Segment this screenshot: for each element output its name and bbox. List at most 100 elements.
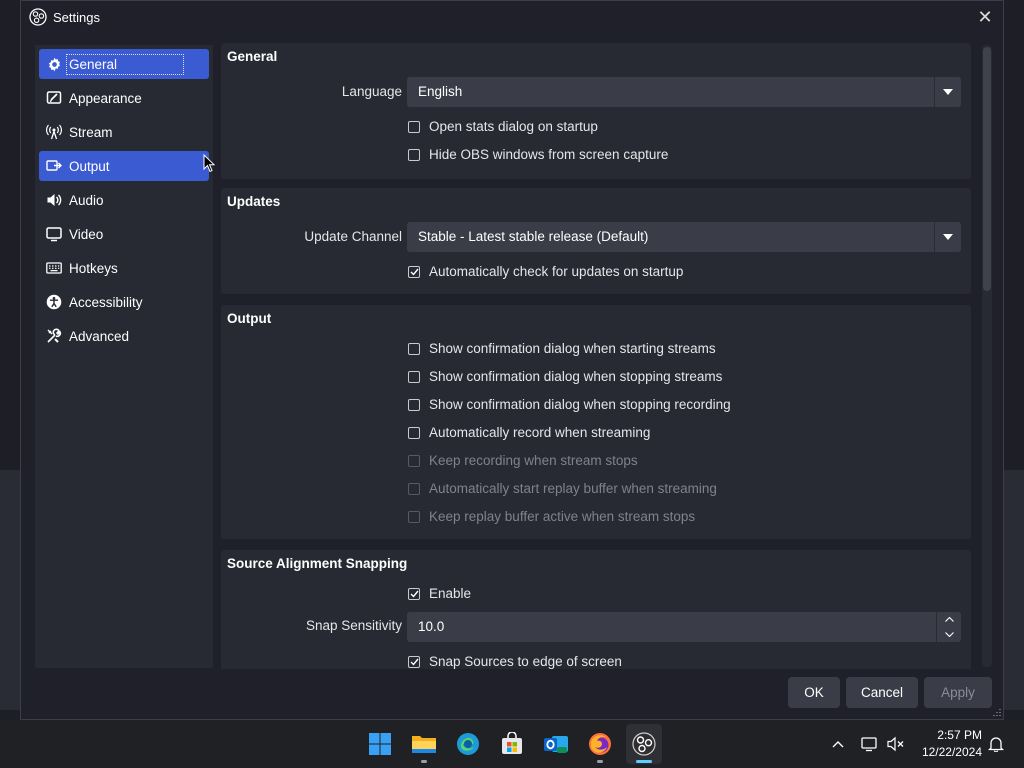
scrollbar-thumb[interactable] [983, 47, 991, 291]
checkbox-label: Automatically record when streaming [429, 425, 651, 440]
title-bar[interactable]: Settings ✕ [21, 1, 1003, 33]
running-indicator [636, 760, 652, 763]
accessibility-icon [45, 293, 63, 311]
snap-enable-checkbox[interactable]: Enable [408, 586, 471, 601]
edge-icon[interactable] [450, 724, 486, 764]
checkbox-label: Show confirmation dialog when stopping s… [429, 369, 723, 384]
checkbox-box [408, 120, 420, 133]
resize-grip-icon[interactable] [991, 707, 1001, 717]
chevron-up-icon[interactable] [828, 734, 848, 754]
group-output: Output Show confirmation dialog when sta… [221, 305, 971, 539]
sidebar-item-accessibility[interactable]: Accessibility [39, 287, 209, 317]
checkbox-label: Hide OBS windows from screen capture [429, 147, 669, 162]
obs-logo-icon [29, 8, 47, 26]
checkbox-label: Enable [429, 586, 472, 601]
checkbox-box [408, 454, 420, 467]
auto-replay-buffer-checkbox: Automatically start replay buffer when s… [408, 481, 717, 496]
network-icon[interactable] [860, 734, 880, 754]
taskbar-date[interactable]: 12/22/2024 [912, 745, 982, 759]
sidebar-item-label: General [65, 53, 185, 75]
snap-edge-checkbox[interactable]: Snap Sources to edge of screen [408, 654, 622, 669]
checkbox-box [408, 482, 420, 495]
ok-button[interactable]: OK [788, 677, 840, 708]
keyboard-icon [45, 259, 63, 277]
sidebar-item-advanced[interactable]: Advanced [39, 321, 209, 351]
snap-sensitivity-label: Snap Sensitivity [305, 618, 402, 633]
firefox-icon[interactable] [582, 724, 618, 764]
spinbox-buttons [936, 612, 961, 642]
content-scrollbar[interactable] [982, 45, 992, 667]
sidebar-item-stream[interactable]: Stream [39, 117, 209, 147]
outlook-icon[interactable] [538, 724, 574, 764]
keep-replay-buffer-checkbox: Keep replay buffer active when stream st… [408, 509, 695, 524]
antenna-icon [45, 123, 63, 141]
sidebar-item-label: Output [69, 158, 110, 174]
checkbox-label: Show confirmation dialog when starting s… [429, 341, 716, 356]
running-indicator [597, 760, 603, 763]
sidebar-item-label: Hotkeys [69, 260, 118, 276]
group-title-general: General [227, 49, 278, 64]
mouse-cursor-icon [203, 154, 215, 173]
auto-record-checkbox[interactable]: Automatically record when streaming [408, 425, 650, 440]
update-channel-label: Update Channel [304, 229, 402, 244]
taskbar-time[interactable]: 2:57 PM [930, 728, 982, 742]
store-icon[interactable] [494, 724, 530, 764]
settings-content[interactable]: General Language English Open stats dial… [221, 43, 979, 669]
notification-bell-icon[interactable] [986, 734, 1006, 754]
update-channel-value: Stable - Latest stable release (Default) [418, 229, 649, 244]
open-stats-checkbox[interactable]: Open stats dialog on startup [408, 119, 598, 134]
sidebar-item-label: Audio [69, 192, 104, 208]
checkbox-label: Snap Sources to edge of screen [429, 654, 622, 669]
checkmark-icon [408, 587, 420, 600]
sidebar-item-output[interactable]: Output [39, 151, 209, 181]
window-title: Settings [53, 10, 100, 25]
group-title-snapping: Source Alignment Snapping [227, 556, 408, 571]
speaker-icon [45, 191, 63, 209]
checkbox-box [408, 148, 420, 161]
language-label: Language [341, 84, 402, 99]
checkbox-box [408, 342, 420, 355]
checkmark-icon [408, 655, 420, 668]
sidebar-item-label: Accessibility [69, 294, 143, 310]
update-channel-select[interactable]: Stable - Latest stable release (Default) [407, 222, 961, 252]
checkbox-label: Keep replay buffer active when stream st… [429, 509, 696, 524]
checkbox-label: Show confirmation dialog when stopping r… [429, 397, 731, 412]
apply-button: Apply [924, 677, 992, 708]
chevron-down-icon[interactable] [937, 627, 961, 642]
background-panel-left [0, 470, 22, 710]
sidebar-item-appearance[interactable]: Appearance [39, 83, 209, 113]
checkbox-box [408, 398, 420, 411]
sidebar-item-video[interactable]: Video [39, 219, 209, 249]
chevron-up-icon[interactable] [937, 612, 961, 627]
sidebar-item-label: Stream [69, 124, 113, 140]
chevron-down-icon [934, 222, 961, 252]
auto-check-updates-checkbox[interactable]: Automatically check for updates on start… [408, 264, 683, 279]
group-title-output: Output [227, 311, 272, 326]
sidebar-item-hotkeys[interactable]: Hotkeys [39, 253, 209, 283]
group-general: General Language English Open stats dial… [221, 43, 971, 179]
windows-start-icon[interactable] [362, 724, 398, 764]
settings-window: Settings ✕ General Appearance Stream Out… [20, 0, 1004, 720]
hide-obs-checkbox[interactable]: Hide OBS windows from screen capture [408, 147, 668, 162]
language-select[interactable]: English [407, 77, 961, 107]
cancel-button[interactable]: Cancel [846, 677, 918, 708]
confirm-stop-recording-checkbox[interactable]: Show confirmation dialog when stopping r… [408, 397, 731, 412]
confirm-start-stream-checkbox[interactable]: Show confirmation dialog when starting s… [408, 341, 716, 356]
language-value: English [418, 84, 463, 99]
checkbox-label: Keep recording when stream stops [429, 453, 638, 468]
sidebar-item-label: Video [69, 226, 104, 242]
sidebar-item-general[interactable]: General [39, 49, 209, 79]
sidebar-item-audio[interactable]: Audio [39, 185, 209, 215]
confirm-stop-stream-checkbox[interactable]: Show confirmation dialog when stopping s… [408, 369, 722, 384]
tools-icon [45, 327, 63, 345]
volume-muted-icon[interactable] [886, 734, 906, 754]
running-indicator [421, 760, 427, 763]
group-snapping: Source Alignment Snapping Enable Snap Se… [221, 550, 971, 669]
close-button[interactable]: ✕ [973, 5, 997, 29]
snap-sensitivity-spinbox[interactable]: 10.0 [407, 612, 961, 642]
obs-icon[interactable] [626, 724, 662, 764]
checkmark-icon [408, 265, 420, 278]
file-explorer-icon[interactable] [406, 724, 442, 764]
checkbox-box [408, 510, 420, 523]
chevron-down-icon [934, 77, 961, 107]
